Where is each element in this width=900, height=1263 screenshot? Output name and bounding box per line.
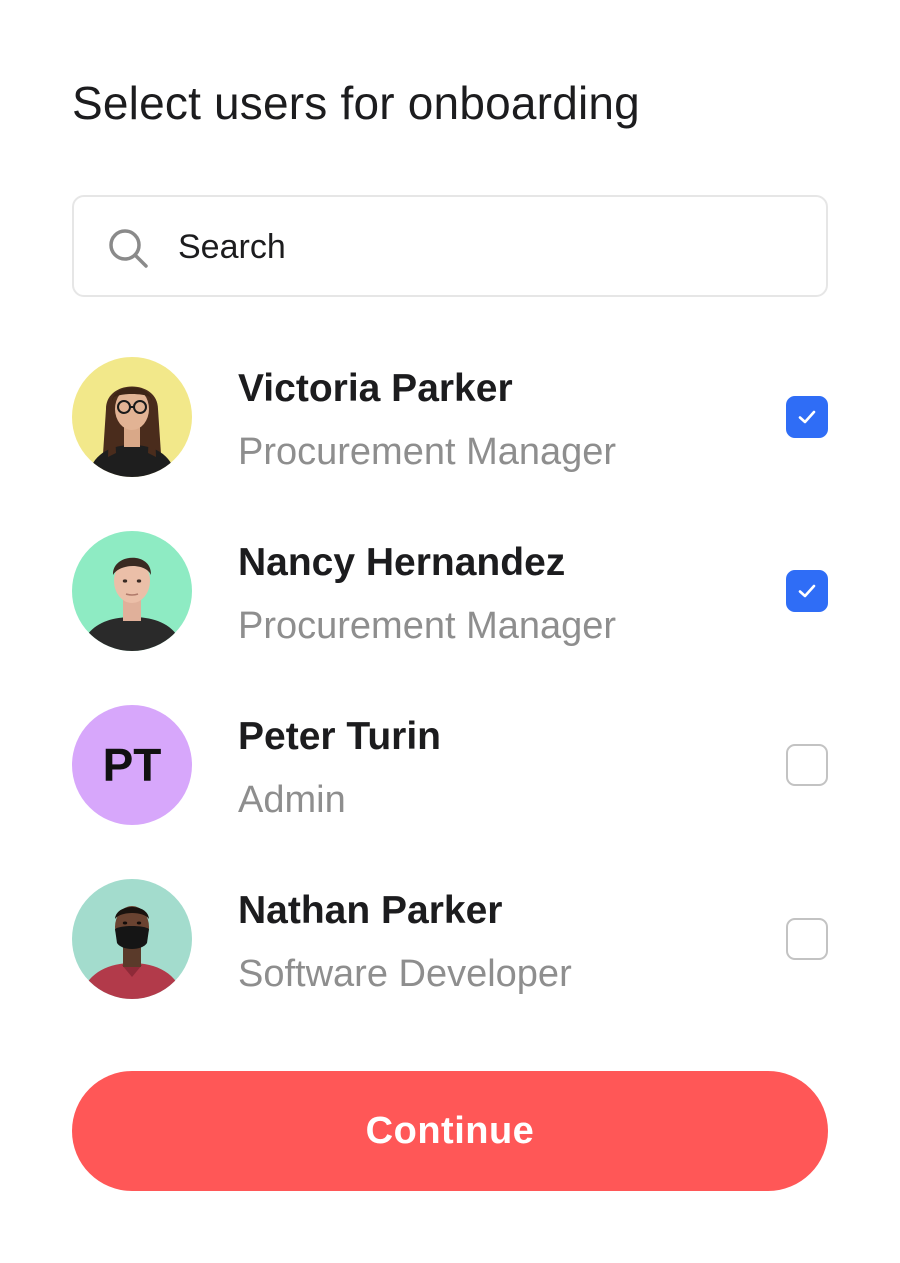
search-input[interactable] [178, 219, 798, 275]
user-name: Nathan Parker [238, 889, 503, 932]
select-checkbox[interactable] [786, 396, 828, 438]
search-icon [106, 226, 150, 270]
user-name: Victoria Parker [238, 367, 513, 410]
avatar [72, 879, 192, 999]
user-name: Peter Turin [238, 715, 441, 758]
select-checkbox[interactable] [786, 570, 828, 612]
user-row-victoria-parker[interactable]: Victoria Parker Procurement Manager [72, 357, 828, 531]
select-checkbox[interactable] [786, 918, 828, 960]
check-icon [798, 584, 816, 598]
select-checkbox[interactable] [786, 744, 828, 786]
user-row-nathan-parker[interactable]: Nathan Parker Software Developer [72, 879, 828, 1053]
avatar-initials: PT [72, 705, 192, 825]
user-row-nancy-hernandez[interactable]: Nancy Hernandez Procurement Manager [72, 531, 828, 705]
user-role: Admin [238, 779, 346, 821]
continue-button[interactable]: Continue [72, 1071, 828, 1191]
search-box[interactable] [72, 195, 828, 297]
avatar [72, 531, 192, 651]
page-title: Select users for onboarding [72, 77, 640, 129]
avatar [72, 357, 192, 477]
user-list: Victoria Parker Procurement Manager Nanc… [72, 357, 828, 1053]
user-row-peter-turin[interactable]: PT Peter Turin Admin [72, 705, 828, 879]
check-icon [798, 410, 816, 424]
user-role: Procurement Manager [238, 431, 617, 473]
user-name: Nancy Hernandez [238, 541, 566, 584]
user-role: Procurement Manager [238, 605, 617, 647]
avatar: PT [72, 705, 192, 825]
user-role: Software Developer [238, 953, 572, 995]
